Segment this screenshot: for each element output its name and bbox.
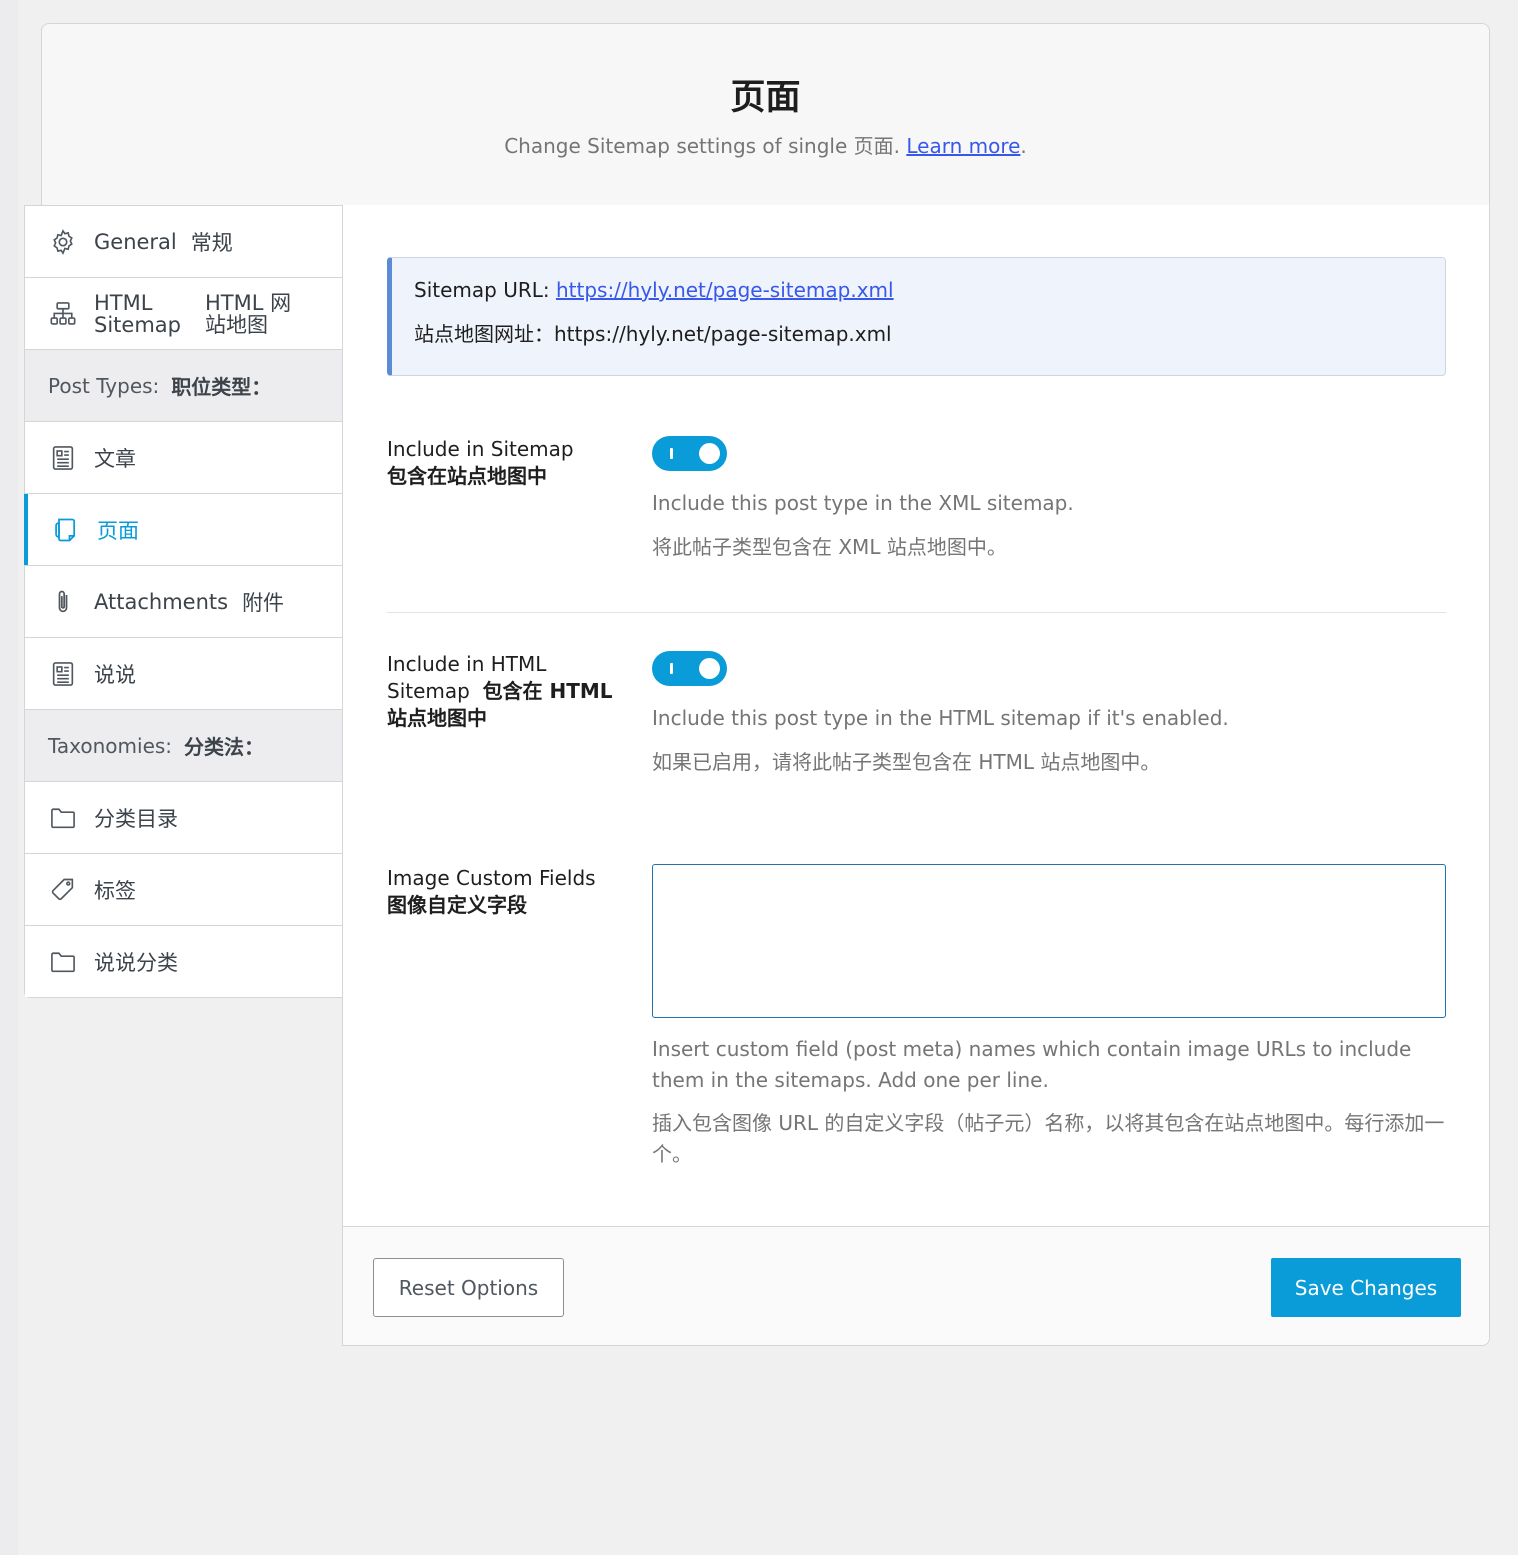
paperclip-icon (48, 587, 78, 617)
image-fields-label: Image Custom Fields 图像自定义字段 (387, 865, 637, 919)
image-fields-label-en: Image Custom Fields (387, 866, 596, 890)
subtitle-suffix: . (1020, 134, 1027, 158)
html-sitemap-label: HTML Sitemap (94, 292, 181, 336)
toggle-on-indicator (670, 448, 673, 459)
page-subtitle: Change Sitemap settings of single 页面. Le… (42, 130, 1489, 159)
post-icon (48, 443, 78, 473)
sidebar-item-label: 文章 (94, 446, 136, 471)
include-html-label: Include in HTML Sitemap 包含在 HTML 站点地图中 (387, 651, 637, 732)
sidebar-item-attachments[interactable]: Attachments 附件 (25, 566, 342, 638)
html-sitemap-label-zh: HTML 网 站地图 (205, 292, 291, 336)
taxonomies-label-zh: 分类法： (184, 735, 265, 759)
sitemap-url-link[interactable]: https://hyly.net/page-sitemap.xml (556, 278, 894, 302)
sidebar-item-label: 说说分类 (94, 950, 178, 975)
sitemap-url-row: Sitemap URL: https://hyly.net/page-sitem… (414, 276, 1445, 304)
sidebar-item-label-zh: 常规 (190, 230, 233, 255)
page-icon (51, 515, 81, 545)
section-divider (387, 612, 1446, 613)
include-sitemap-desc-zh: 将此帖子类型包含在 XML 站点地图中。 (652, 535, 1007, 559)
post-icon (48, 659, 78, 689)
sidebar-item-categories[interactable]: 分类目录 (25, 782, 342, 854)
sidebar-item-label: 页面 (97, 518, 139, 543)
include-html-toggle[interactable] (652, 651, 727, 686)
html-sitemap-zh-line1: HTML 网 (204, 290, 292, 315)
save-changes-button[interactable]: Save Changes (1271, 1258, 1461, 1317)
sidebar-item-label-zh: 附件 (242, 590, 285, 615)
post-types-heading: Post Types: 职位类型： (25, 350, 342, 422)
toggle-on-indicator (670, 663, 673, 674)
reset-options-button[interactable]: Reset Options (373, 1258, 564, 1317)
image-fields-label-zh: 图像自定义字段 (387, 893, 527, 917)
sitemap-icon (48, 299, 78, 329)
sitemap-url-row-zh: 站点地图网址：https://hyly.net/page-sitemap.xml (414, 320, 1445, 348)
admin-background-strip (0, 0, 18, 1555)
sidebar-item-tags[interactable]: 标签 (25, 854, 342, 926)
settings-panel: Sitemap URL: https://hyly.net/page-sitem… (342, 205, 1490, 1346)
tag-icon (48, 875, 78, 905)
include-html-desc-zh: 如果已启用，请将此帖子类型包含在 HTML 站点地图中。 (652, 750, 1161, 774)
sitemap-url-notice: Sitemap URL: https://hyly.net/page-sitem… (387, 257, 1446, 376)
sidebar-item-label: General (94, 229, 177, 254)
image-fields-textarea[interactable] (652, 864, 1446, 1018)
include-html-desc: Include this post type in the HTML sitem… (652, 706, 1229, 730)
sidebar-item-pages[interactable]: 页面 (24, 494, 342, 566)
include-sitemap-label-en: Include in Sitemap (387, 437, 574, 461)
include-sitemap-desc: Include this post type in the XML sitema… (652, 491, 1074, 515)
image-fields-desc: Insert custom field (post meta) names wh… (652, 1037, 1412, 1092)
learn-more-link[interactable]: Learn more (906, 134, 1020, 158)
sidebar-item-html-sitemap[interactable]: HTML Sitemap HTML 网 站地图 (25, 278, 342, 350)
sidebar-item-label: 说说 (94, 662, 136, 687)
page-header: 页面 Change Sitemap settings of single 页面.… (41, 23, 1490, 205)
subtitle-text: Change Sitemap settings of single 页面. (504, 134, 900, 158)
html-sitemap-line2: Sitemap (94, 312, 181, 337)
post-types-label-zh: 职位类型： (171, 375, 272, 399)
sidebar-item-shuoshuo[interactable]: 说说 (25, 638, 342, 710)
include-sitemap-label: Include in Sitemap 包含在站点地图中 (387, 436, 637, 490)
image-fields-desc-zh: 插入包含图像 URL 的自定义字段（帖子元）名称，以将其包含在站点地图中。每行添… (652, 1111, 1445, 1166)
sidebar-item-label: Attachments (94, 589, 229, 614)
sidebar-item-general[interactable]: General 常规 (25, 206, 342, 278)
page-title: 页面 (730, 78, 801, 118)
sitemap-url-label: Sitemap URL: (414, 278, 550, 302)
taxonomies-heading: Taxonomies: 分类法： (25, 710, 342, 782)
sitemap-url-label-zh: 站点地图网址： (414, 322, 554, 346)
sidebar-item-label: 标签 (94, 878, 136, 903)
settings-footer: Reset Options Save Changes (343, 1226, 1489, 1345)
sidebar-item-label: 分类目录 (94, 806, 178, 831)
include-sitemap-toggle[interactable] (652, 436, 727, 471)
sidebar-item-shuoshuo-category[interactable]: 说说分类 (25, 926, 342, 997)
html-sitemap-zh-line2: 站地图 (204, 312, 268, 337)
html-sitemap-line1: HTML (94, 290, 153, 315)
sidebar-item-posts[interactable]: 文章 (25, 422, 342, 494)
gear-icon (48, 227, 78, 257)
settings-sidebar: General 常规 HTML Sitemap HTML 网 站地图 Post … (24, 205, 342, 998)
folder-icon (48, 947, 78, 977)
toggle-knob (699, 658, 720, 679)
taxonomies-label: Taxonomies: (48, 733, 173, 758)
post-types-label: Post Types: (48, 373, 160, 398)
toggle-knob (699, 443, 720, 464)
folder-icon (48, 803, 78, 833)
include-sitemap-label-zh: 包含在站点地图中 (387, 464, 547, 488)
sitemap-url-zh: https://hyly.net/page-sitemap.xml (554, 322, 892, 346)
